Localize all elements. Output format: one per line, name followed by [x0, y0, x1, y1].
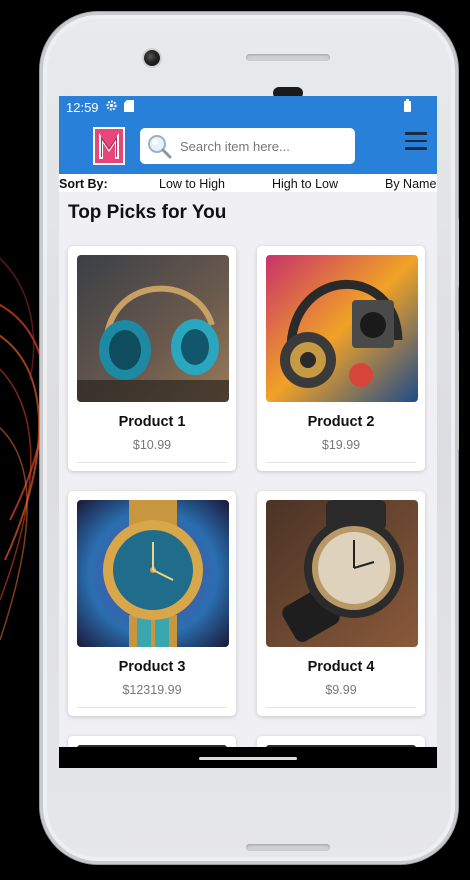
app-screen: 12:59 Sort By: Low to Hi: [59, 96, 437, 768]
sort-low-to-high[interactable]: Low to High: [159, 177, 225, 191]
bottom-speaker: [246, 844, 330, 851]
product-name: Product 4: [307, 659, 375, 675]
product-name: Product 1: [118, 414, 186, 430]
card-divider: [266, 707, 416, 708]
product-card[interactable]: Product 1 $10.99: [68, 246, 236, 471]
home-gesture-handle[interactable]: [199, 757, 297, 760]
top-speaker: [246, 54, 330, 61]
product-price: $10.99: [132, 438, 172, 452]
product-image: [266, 255, 418, 402]
status-time: 12:59: [66, 99, 99, 115]
volume-button: [455, 330, 459, 450]
search-icon: [148, 135, 172, 159]
product-name: Product 3: [118, 659, 186, 675]
product-card[interactable]: Product 2 $19.99: [257, 246, 425, 471]
settings-gear-icon: [105, 99, 118, 115]
system-nav-bar: [59, 747, 437, 768]
search-bar[interactable]: [140, 128, 355, 164]
battery-icon: [404, 99, 411, 112]
app-logo-icon[interactable]: [93, 127, 125, 165]
sd-card-icon: [123, 99, 134, 115]
sort-by-name[interactable]: By Name: [385, 177, 436, 191]
product-image: [77, 500, 229, 647]
product-price: $19.99: [321, 438, 361, 452]
product-card[interactable]: Product 4 $9.99: [257, 491, 425, 716]
sort-bar: Sort By: Low to High High to Low By Name: [59, 174, 437, 192]
app-bar: [59, 118, 437, 174]
product-price: $9.99: [325, 683, 357, 697]
product-image: [266, 500, 418, 647]
card-divider: [77, 462, 227, 463]
hamburger-menu-icon[interactable]: [405, 132, 427, 150]
front-camera: [144, 50, 160, 66]
search-input[interactable]: [178, 137, 352, 155]
section-title: Top Picks for You: [68, 202, 227, 223]
product-card[interactable]: Product 3 $12319.99: [68, 491, 236, 716]
sort-label: Sort By:: [59, 177, 108, 191]
status-bar: 12:59: [59, 96, 437, 118]
product-name: Product 2: [307, 414, 375, 430]
sort-high-to-low[interactable]: High to Low: [272, 177, 338, 191]
power-button: [455, 218, 459, 288]
product-image: [77, 255, 229, 402]
card-divider: [266, 462, 416, 463]
product-price: $12319.99: [122, 683, 182, 697]
card-divider: [77, 707, 227, 708]
